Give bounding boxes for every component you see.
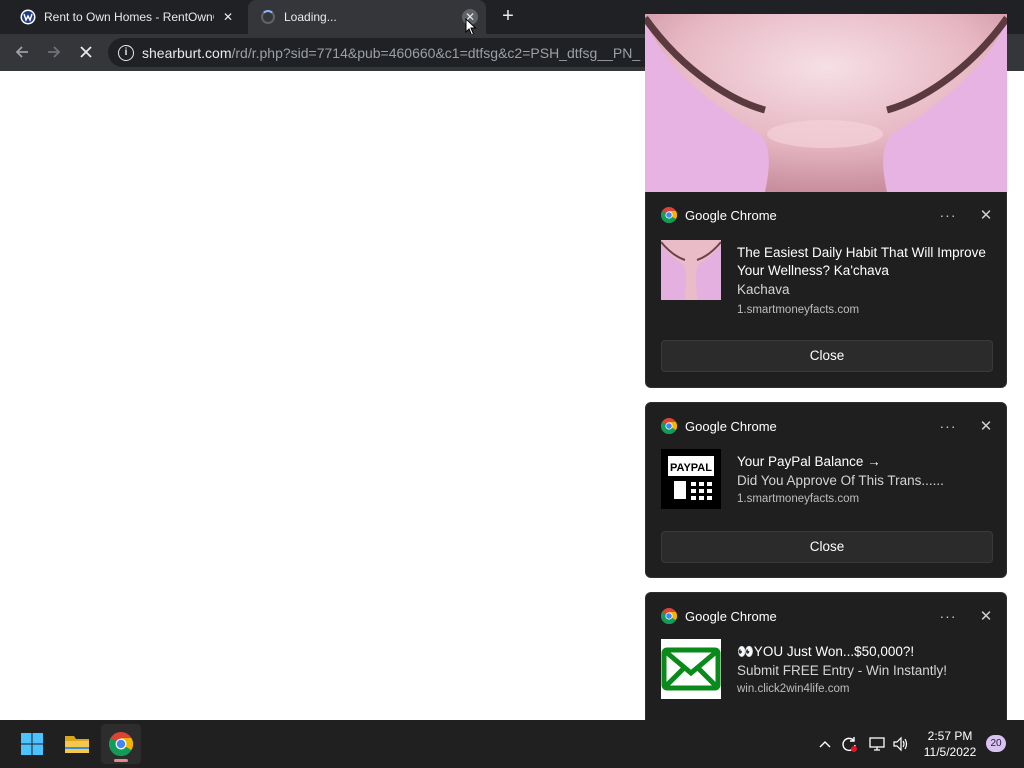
rentown-favicon (20, 9, 36, 25)
notification-body: The Easiest Daily Habit That Will Improv… (737, 244, 992, 316)
notification-header: Google Chrome ··· ✕ (661, 417, 994, 435)
app-name: Google Chrome (685, 608, 777, 624)
app-name: Google Chrome (685, 207, 777, 223)
close-button[interactable]: Close (661, 531, 993, 563)
clock-time: 2:57 PM (927, 729, 973, 743)
notification-header: Google Chrome ··· ✕ (661, 607, 994, 625)
notification-title: The Easiest Daily Habit That Will Improv… (737, 245, 986, 278)
tab-title: Rent to Own Homes - RentOwnC (44, 10, 214, 24)
notification-body: Your PayPal Balance → Did You Approve Of… (737, 453, 992, 505)
notification-source: 1.smartmoneyfacts.com (737, 304, 860, 316)
paypal-terminal-icon: PAYPAL (661, 449, 721, 509)
tab-title: Loading... (284, 10, 337, 24)
green-envelope-icon (661, 639, 721, 699)
notification-card[interactable]: Google Chrome ··· ✕ The Easiest Daily Ha… (645, 192, 1007, 388)
more-options-icon[interactable]: ··· (938, 207, 958, 223)
taskbar: 2:57 PM 11/5/2022 (0, 720, 1024, 768)
close-icon[interactable]: ✕ (978, 607, 994, 625)
tab-loading[interactable]: Loading... ✕ (248, 0, 486, 34)
clock[interactable]: 2:57 PM 11/5/2022 (914, 728, 986, 760)
notification-header: Google Chrome ··· ✕ (661, 206, 994, 224)
svg-text:PAYPAL: PAYPAL (670, 462, 712, 474)
notification-source: 1.smartmoneyfacts.com (737, 493, 860, 505)
chrome-taskbar-button[interactable] (101, 724, 141, 764)
tab-rent-to-own[interactable]: Rent to Own Homes - RentOwnC ✕ (8, 0, 244, 34)
more-options-icon[interactable]: ··· (938, 608, 958, 624)
notification-card[interactable]: Google Chrome ··· ✕ PAYPAL Your PayPal B… (645, 402, 1007, 578)
close-icon[interactable]: ✕ (978, 417, 994, 435)
notification-body: 👀YOU Just Won...$50,000?! Submit FREE En… (737, 643, 992, 695)
loading-spinner-icon (260, 9, 276, 25)
tab-close-icon[interactable]: ✕ (220, 9, 236, 25)
running-indicator (114, 759, 128, 762)
windows-start-icon[interactable] (12, 724, 52, 764)
system-tray (814, 720, 912, 768)
notification-subtitle: Did You Approve Of This Trans...... (737, 473, 944, 488)
network-icon[interactable] (866, 733, 888, 755)
arrow-right-icon[interactable] (42, 40, 66, 64)
notification-card[interactable]: Google Chrome ··· ✕ 👀YOU Just Won...$50,… (645, 592, 1007, 720)
chrome-icon (661, 207, 677, 223)
address-bar[interactable]: i shearburt.com/rd/r.php?sid=7714&pub=46… (108, 38, 688, 67)
chrome-icon (661, 608, 677, 624)
site-info-icon[interactable]: i (118, 44, 134, 61)
url-text: shearburt.com/rd/r.php?sid=7714&pub=4606… (142, 44, 641, 61)
arrow-left-icon[interactable] (10, 40, 34, 64)
app-name: Google Chrome (685, 418, 777, 434)
notification-title: Your PayPal Balance → (737, 454, 881, 469)
more-options-icon[interactable]: ··· (938, 418, 958, 434)
notification-hero-image (645, 14, 1007, 192)
file-explorer-icon[interactable] (57, 724, 97, 764)
notification-thumbnail (661, 240, 721, 300)
sync-icon[interactable] (838, 733, 860, 755)
close-icon[interactable]: ✕ (978, 206, 994, 224)
clock-date: 11/5/2022 (923, 745, 977, 759)
close-button[interactable]: Close (661, 340, 993, 372)
volume-icon[interactable] (890, 733, 912, 755)
notification-count-badge[interactable]: 20 (986, 735, 1006, 752)
chevron-up-icon[interactable] (814, 733, 836, 755)
notification-subtitle: Kachava (737, 282, 790, 297)
chrome-icon (109, 732, 133, 756)
notification-source: win.click2win4life.com (737, 683, 850, 695)
notification-subtitle: Submit FREE Entry - Win Instantly! (737, 663, 948, 678)
notification-title: 👀YOU Just Won...$50,000?! (737, 644, 915, 659)
chrome-icon (661, 418, 677, 434)
stop-loading-icon[interactable] (74, 40, 98, 64)
new-tab-button[interactable]: + (496, 6, 520, 28)
